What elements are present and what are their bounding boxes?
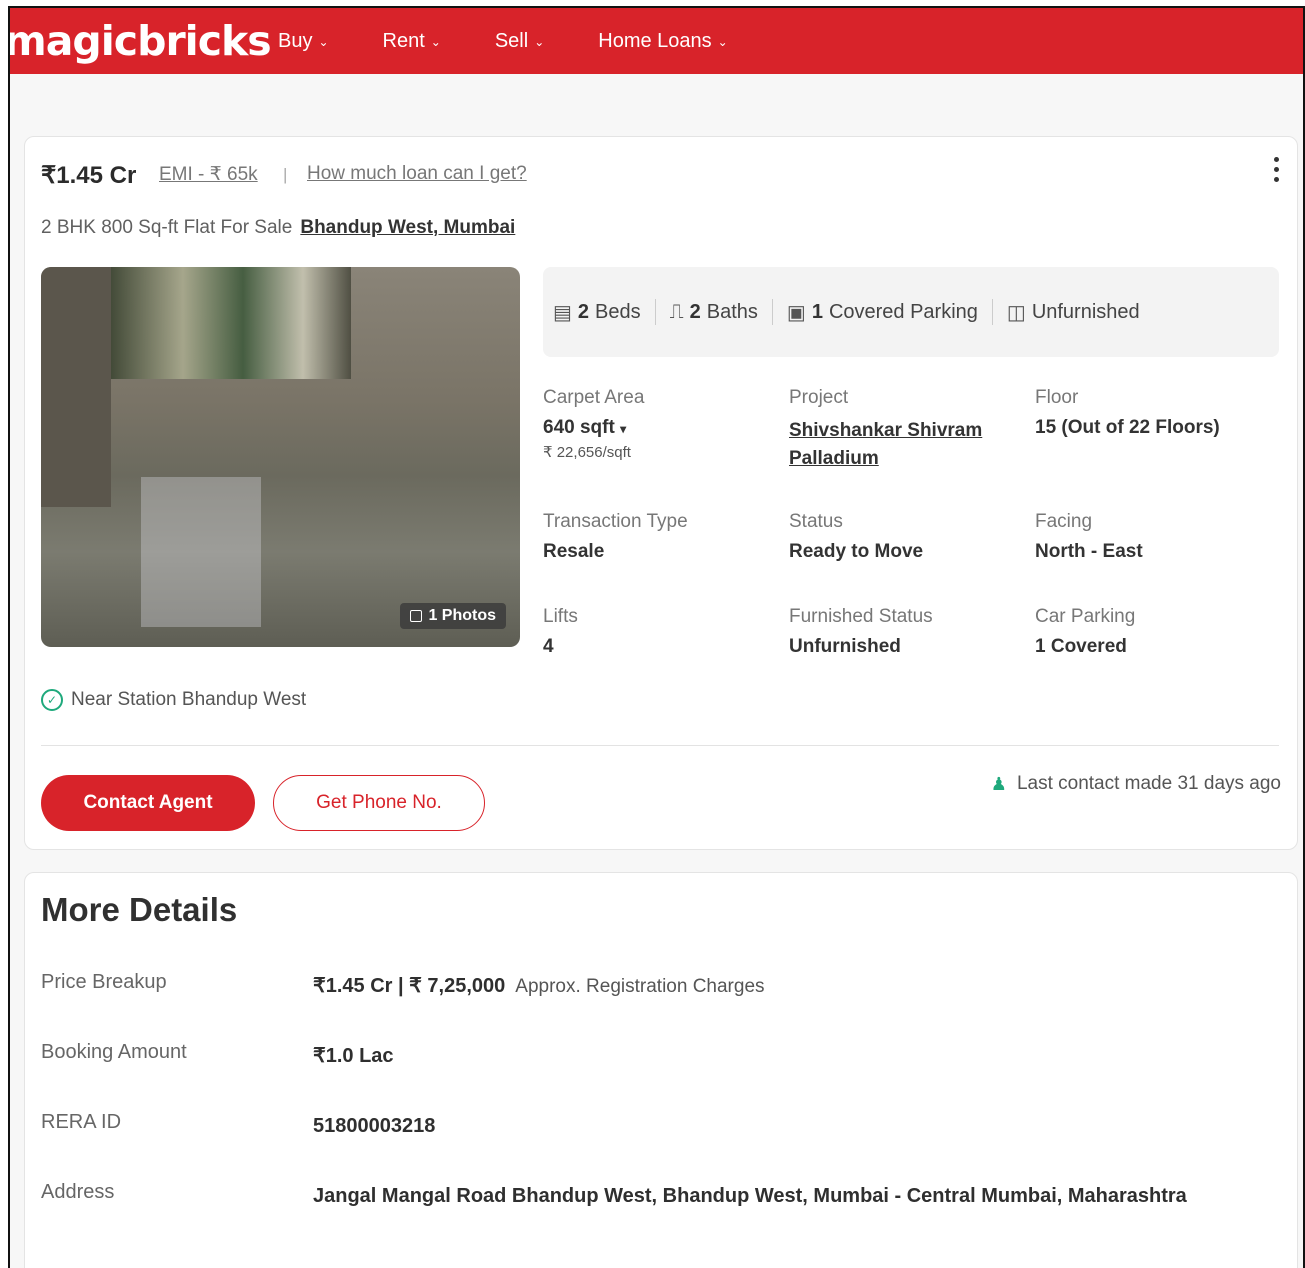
listing-title: 2 BHK 800 Sq-ft Flat For Sale xyxy=(41,217,293,238)
nav-rent[interactable]: Rent ⌄ xyxy=(383,30,441,53)
chevron-down-icon: ⌄ xyxy=(534,35,545,49)
location-link[interactable]: Bhandup West, Mumbai xyxy=(300,217,515,238)
amenity-parking: ▣ 1 Covered Parking xyxy=(786,300,978,324)
chevron-down-icon: ⌄ xyxy=(318,35,329,49)
page-frame: magicbricks Buy ⌄ Rent ⌄ Sell ⌄ Home Loans ⌄… xyxy=(8,6,1305,1268)
nav-label: Sell xyxy=(494,29,529,52)
carpet-area-info: Carpet Area 640 sqft ▾ ₹ 22,656/sqft xyxy=(543,387,645,461)
last-contact-info: ♟ Last contact made 31 days ago xyxy=(991,773,1281,795)
user-icon: ♟ xyxy=(990,773,1007,794)
amenity-baths: ⎍ 2 Baths xyxy=(669,300,758,323)
car-icon: ▣ xyxy=(786,301,806,324)
last-contact-text: Last contact made 31 days ago xyxy=(1016,773,1281,794)
detail-row: Booking Amount ₹1.0 Lac xyxy=(41,1041,394,1067)
nav-label: Home Loans xyxy=(598,29,712,52)
separator: | xyxy=(283,165,288,184)
more-options-icon[interactable] xyxy=(1271,157,1281,182)
detail-row: Address Jangal Mangal Road Bhandup West,… xyxy=(41,1181,1187,1207)
emi-link[interactable]: EMI - ₹ 65k xyxy=(159,163,258,186)
nav-home-loans[interactable]: Home Loans ⌄ xyxy=(598,30,727,53)
floor-info: Floor 15 (Out of 22 Floors) xyxy=(1035,387,1220,438)
project-link[interactable]: Shivshankar Shivram Palladium xyxy=(789,420,982,469)
check-circle-icon: ✓ xyxy=(41,689,63,711)
status-info: Status Ready to Move xyxy=(789,511,924,562)
chevron-down-icon: ⌄ xyxy=(430,35,441,49)
furnished-status-info: Furnished Status Unfurnished xyxy=(789,606,933,657)
amenity-furnishing: ◫ Unfurnished xyxy=(1006,300,1140,324)
more-details-card: More Details Price Breakup ₹1.45 Cr | ₹ … xyxy=(24,872,1298,1268)
near-station-tag: ✓ Near Station Bhandup West xyxy=(41,689,306,711)
transaction-info: Transaction Type Resale xyxy=(543,511,688,562)
property-photo[interactable]: 1 Photos xyxy=(41,267,520,647)
nav-sell[interactable]: Sell ⌄ xyxy=(495,30,544,53)
detail-row: Price Breakup ₹1.45 Cr | ₹ 7,25,000 Appro… xyxy=(41,971,765,997)
listing-subtitle: 2 BHK 800 Sq-ft Flat For Sale Bhandup Wes… xyxy=(41,217,515,239)
nav-label: Rent xyxy=(382,29,425,52)
chevron-down-icon: ⌄ xyxy=(717,35,728,49)
divider xyxy=(41,745,1279,746)
more-details-title: More Details xyxy=(41,891,238,928)
facing-info: Facing North - East xyxy=(1035,511,1143,562)
bed-icon: ▤ xyxy=(553,301,572,324)
chevron-down-icon: ▾ xyxy=(620,422,627,436)
top-navbar: magicbricks Buy ⌄ Rent ⌄ Sell ⌄ Home Loans ⌄ xyxy=(10,8,1303,74)
car-parking-info: Car Parking 1 Covered xyxy=(1035,606,1136,657)
detail-row: RERA ID 51800003218 xyxy=(41,1111,436,1137)
amenity-beds: ▤ 2 Beds xyxy=(553,300,641,324)
near-station-text: Near Station Bhandup West xyxy=(71,689,307,710)
nav-buy[interactable]: Buy ⌄ xyxy=(278,30,329,53)
nav-label: Buy xyxy=(278,29,313,52)
photos-count: 1 Photos xyxy=(428,607,496,624)
photos-count-badge[interactable]: 1 Photos xyxy=(400,603,506,629)
amenities-bar: ▤ 2 Beds ⎍ 2 Baths ▣ 1 Covered Parking ◫ Unfurn… xyxy=(543,267,1279,357)
project-info: Project Shivshankar Shivram Palladium xyxy=(789,387,983,469)
bath-icon: ⎍ xyxy=(669,300,684,323)
furniture-icon: ◫ xyxy=(1006,301,1026,324)
loan-eligibility-link[interactable]: How much loan can I get? xyxy=(307,163,527,185)
lifts-info: Lifts 4 xyxy=(543,606,578,657)
contact-agent-button[interactable]: Contact Agent xyxy=(41,775,255,831)
site-logo[interactable]: magicbricks xyxy=(10,17,278,65)
listing-price: ₹1.45 Cr xyxy=(41,162,137,189)
get-phone-button[interactable]: Get Phone No. xyxy=(273,775,485,831)
gallery-icon xyxy=(410,610,423,622)
listing-card: ₹1.45 Cr EMI - ₹ 65k | How much loan can… xyxy=(24,136,1298,850)
